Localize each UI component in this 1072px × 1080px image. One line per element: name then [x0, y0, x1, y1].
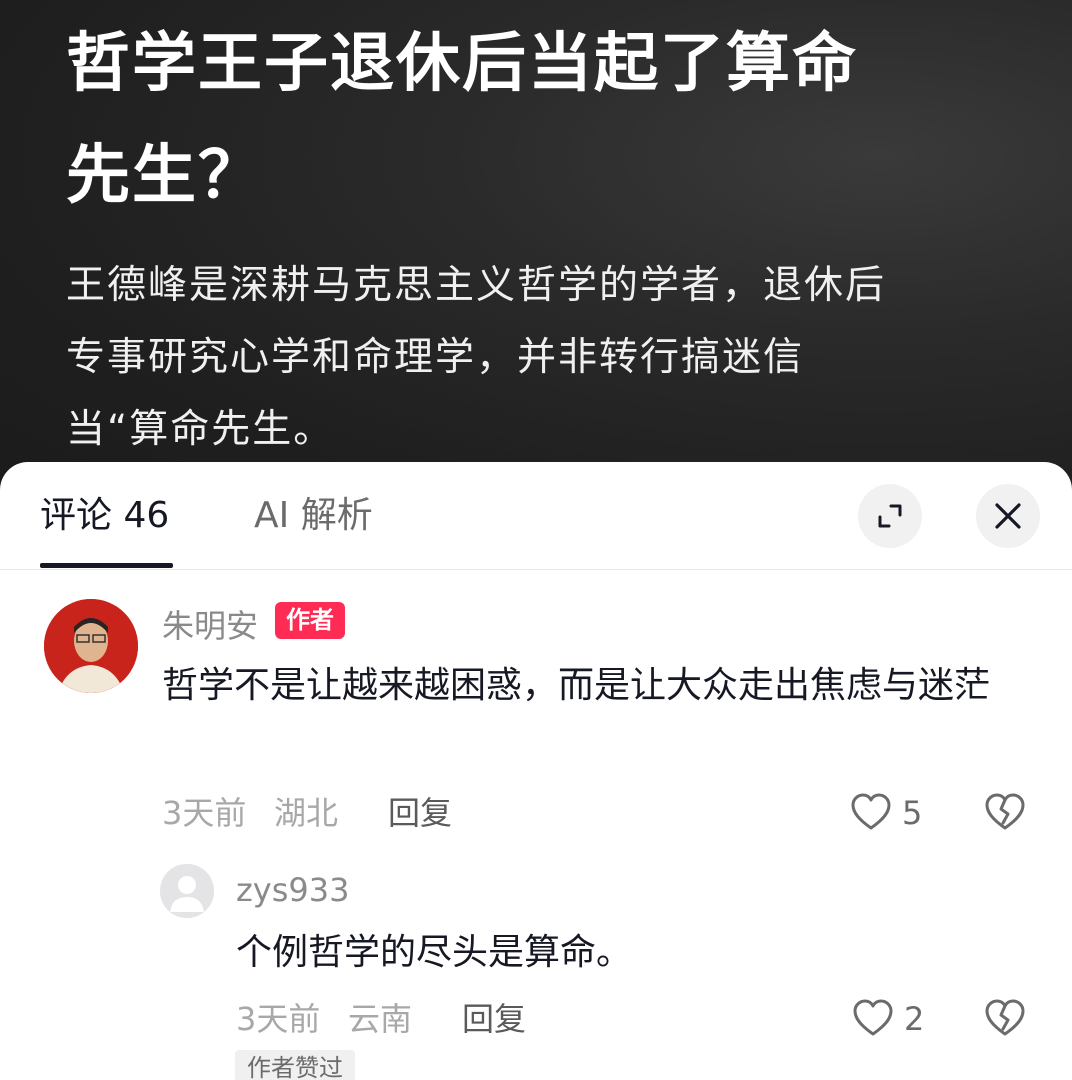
tab-ai-analysis[interactable]: AI 解析 — [254, 494, 373, 538]
reply-avatar[interactable] — [160, 864, 214, 918]
heart-icon — [853, 999, 893, 1036]
reply-dislike-button[interactable] — [984, 998, 1026, 1042]
tab-comments[interactable]: 评论 46 — [40, 494, 169, 538]
heart-icon — [851, 793, 891, 830]
post-cover: 哲学王子退休后当起了算命先生？ 王德峰是深耕马克思主义哲学的学者，退休后专事研究… — [0, 0, 1072, 520]
expand-button[interactable] — [858, 484, 922, 548]
like-button[interactable] — [850, 792, 892, 836]
author-tag: 作者 — [275, 602, 345, 639]
reply-like-button[interactable] — [852, 998, 894, 1042]
comment-author[interactable]: 朱明安 — [162, 601, 258, 647]
like-count: 5 — [902, 794, 923, 832]
broken-heart-icon — [985, 793, 1025, 830]
post-description: 王德峰是深耕马克思主义哲学的学者，退休后专事研究心学和命理学，并非转行搞迷信当“… — [66, 263, 887, 452]
close-icon — [995, 503, 1021, 529]
broken-heart-icon — [985, 999, 1025, 1036]
avatar-image — [44, 599, 138, 693]
avatar[interactable] — [44, 599, 138, 693]
comment-location: 湖北 — [274, 794, 339, 832]
reply-time: 3天前 — [236, 1000, 321, 1038]
tab-active-indicator — [40, 563, 173, 568]
author-liked-badge: 作者赞过 — [235, 1050, 355, 1080]
comment-text: 哲学不是让越来越困惑，而是让大众走出焦虑与迷茫 — [162, 665, 991, 706]
tab-bar: 评论 46 AI 解析 — [0, 462, 1072, 570]
reply-button[interactable]: 回复 — [388, 793, 452, 833]
reply-location: 云南 — [348, 1000, 413, 1038]
reply-text: 个例哲学的尽头是算命。 — [236, 932, 633, 973]
reply-reply-button[interactable]: 回复 — [462, 999, 526, 1039]
comment-time: 3天前 — [162, 794, 247, 832]
close-button[interactable] — [976, 484, 1040, 548]
comments-sheet: 评论 46 AI 解析 朱明安 作者 哲学不是让越来越困惑，而是让大众走出焦虑与… — [0, 462, 1072, 1080]
default-avatar-icon — [160, 864, 214, 918]
reply-like-count: 2 — [904, 1000, 925, 1038]
reply-author[interactable]: zys933 — [236, 871, 349, 909]
post-title: 哲学王子退休后当起了算命先生？ — [66, 27, 858, 213]
expand-icon — [878, 504, 902, 528]
dislike-button[interactable] — [984, 792, 1026, 836]
